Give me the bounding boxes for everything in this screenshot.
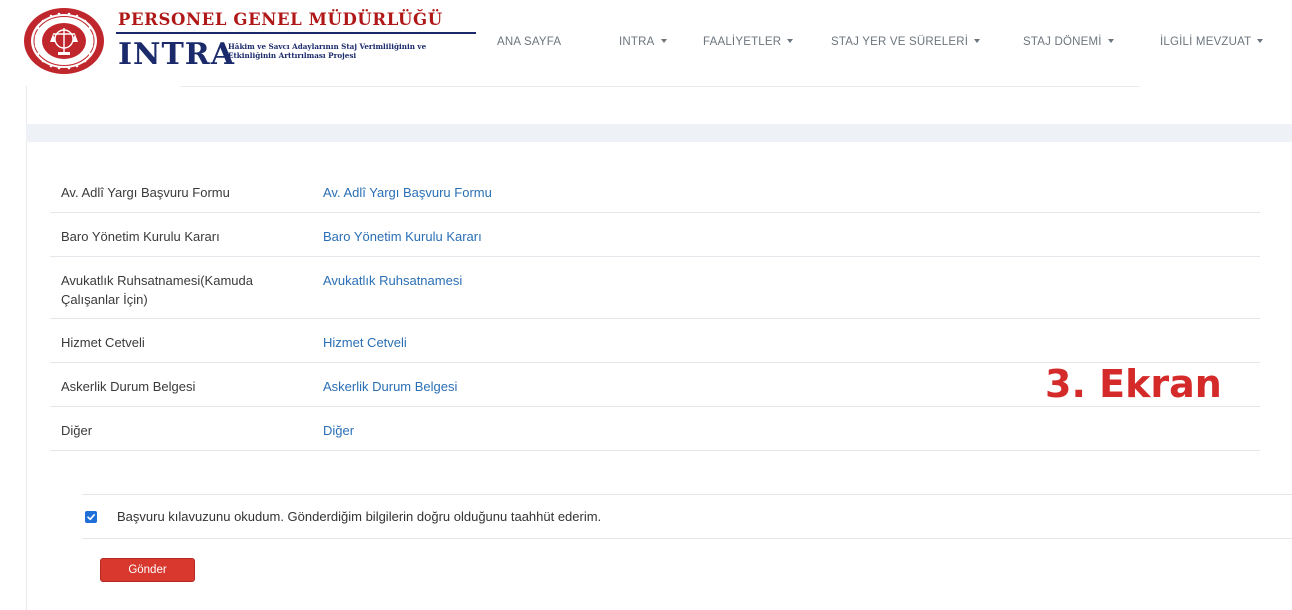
check-icon [87,514,95,521]
site-logo-text[interactable]: PERSONEL GENEL MÜDÜRLÜĞÜ INTRA Hâkim ve … [114,8,484,74]
nav-item-faaliyetler[interactable]: FAALİYETLER [703,36,794,48]
document-label: Hizmet Cetveli [61,335,145,350]
document-label: Baro Yönetim Kurulu Kararı [61,229,220,244]
nav-item-label: FAALİYETLER [703,36,782,48]
logo-subtitle-line2: Etkinliğinin Arttırılması Projesi [228,51,357,60]
document-link[interactable]: Baro Yönetim Kurulu Kararı [323,227,482,246]
upper-card [26,86,1292,124]
logo-subtitle: Hâkim ve Savcı Adaylarının Staj Verimlil… [228,42,426,60]
chevron-down-icon [660,39,667,43]
nav-item-ilgili-mevzuat[interactable]: İLGİLİ MEVZUAT [1160,36,1264,48]
document-label: Diğer [61,423,93,438]
chevron-down-icon [1107,39,1114,43]
document-row: Hizmet Cetveli Hizmet Cetveli [50,319,1260,363]
nav-item-label: INTRA [619,36,655,48]
document-label: Avukatlık Ruhsatnamesi(Kamuda Çalışanlar… [61,271,253,309]
chevron-down-icon [787,39,794,43]
document-row: Baro Yönetim Kurulu Kararı Baro Yönetim … [50,213,1260,257]
nav-item-label: STAJ YER VE SÜRELERİ [831,36,969,48]
nav-item-intra[interactable]: INTRA [619,36,667,48]
logo-subtitle-line1: Hâkim ve Savcı Adaylarının Staj Verimlil… [228,42,427,51]
document-link[interactable]: Av. Adlî Yargı Başvuru Formu [323,183,492,202]
document-link[interactable]: Avukatlık Ruhsatnamesi [323,271,462,290]
screen-number-annotation: 3. Ekran [1045,362,1222,406]
document-label: Askerlik Durum Belgesi [61,379,196,394]
section-gap [26,124,1292,142]
document-label-line2: Çalışanlar İçin) [61,292,148,307]
document-label-line1: Avukatlık Ruhsatnamesi(Kamuda [61,273,253,288]
site-header: PERSONEL GENEL MÜDÜRLÜĞÜ INTRA Hâkim ve … [0,0,1292,86]
consent-divider-bottom [82,538,1292,539]
document-label: Av. Adlî Yargı Başvuru Formu [61,185,230,200]
consent-checkbox[interactable] [85,511,97,523]
document-row: Diğer Diğer [50,407,1260,451]
nav-item-staj-donemi[interactable]: STAJ DÖNEMİ [1023,36,1114,48]
logo-divider [116,32,476,34]
chevron-down-icon [974,39,981,43]
logo-brand: INTRA [118,37,235,72]
consent-divider-top [82,494,1292,495]
document-row: Avukatlık Ruhsatnamesi(Kamuda Çalışanlar… [50,257,1260,319]
document-row: Av. Adlî Yargı Başvuru Formu Av. Adlî Ya… [50,168,1260,213]
submit-button[interactable]: Gönder [100,558,195,582]
logo-title: PERSONEL GENEL MÜDÜRLÜĞÜ [118,10,443,29]
nav-item-label: İLGİLİ MEVZUAT [1160,36,1252,48]
nav-item-label: STAJ DÖNEMİ [1023,36,1102,48]
document-link[interactable]: Diğer [323,421,354,440]
upper-card-divider [180,86,1140,87]
nav-item-label: ANA SAYFA [497,36,562,48]
nav-item-ana-sayfa[interactable]: ANA SAYFA [497,36,561,48]
chevron-down-icon [1257,39,1264,43]
document-link[interactable]: Hizmet Cetveli [323,333,407,352]
ministry-seal-logo[interactable] [22,6,106,76]
documents-table: Av. Adlî Yargı Başvuru Formu Av. Adlî Ya… [50,168,1260,451]
consent-label[interactable]: Başvuru kılavuzunu okudum. Gönderdiğim b… [117,509,601,524]
nav-item-staj-yer-ve-sureleri[interactable]: STAJ YER VE SÜRELERİ [831,36,981,48]
document-link[interactable]: Askerlik Durum Belgesi [323,377,457,396]
